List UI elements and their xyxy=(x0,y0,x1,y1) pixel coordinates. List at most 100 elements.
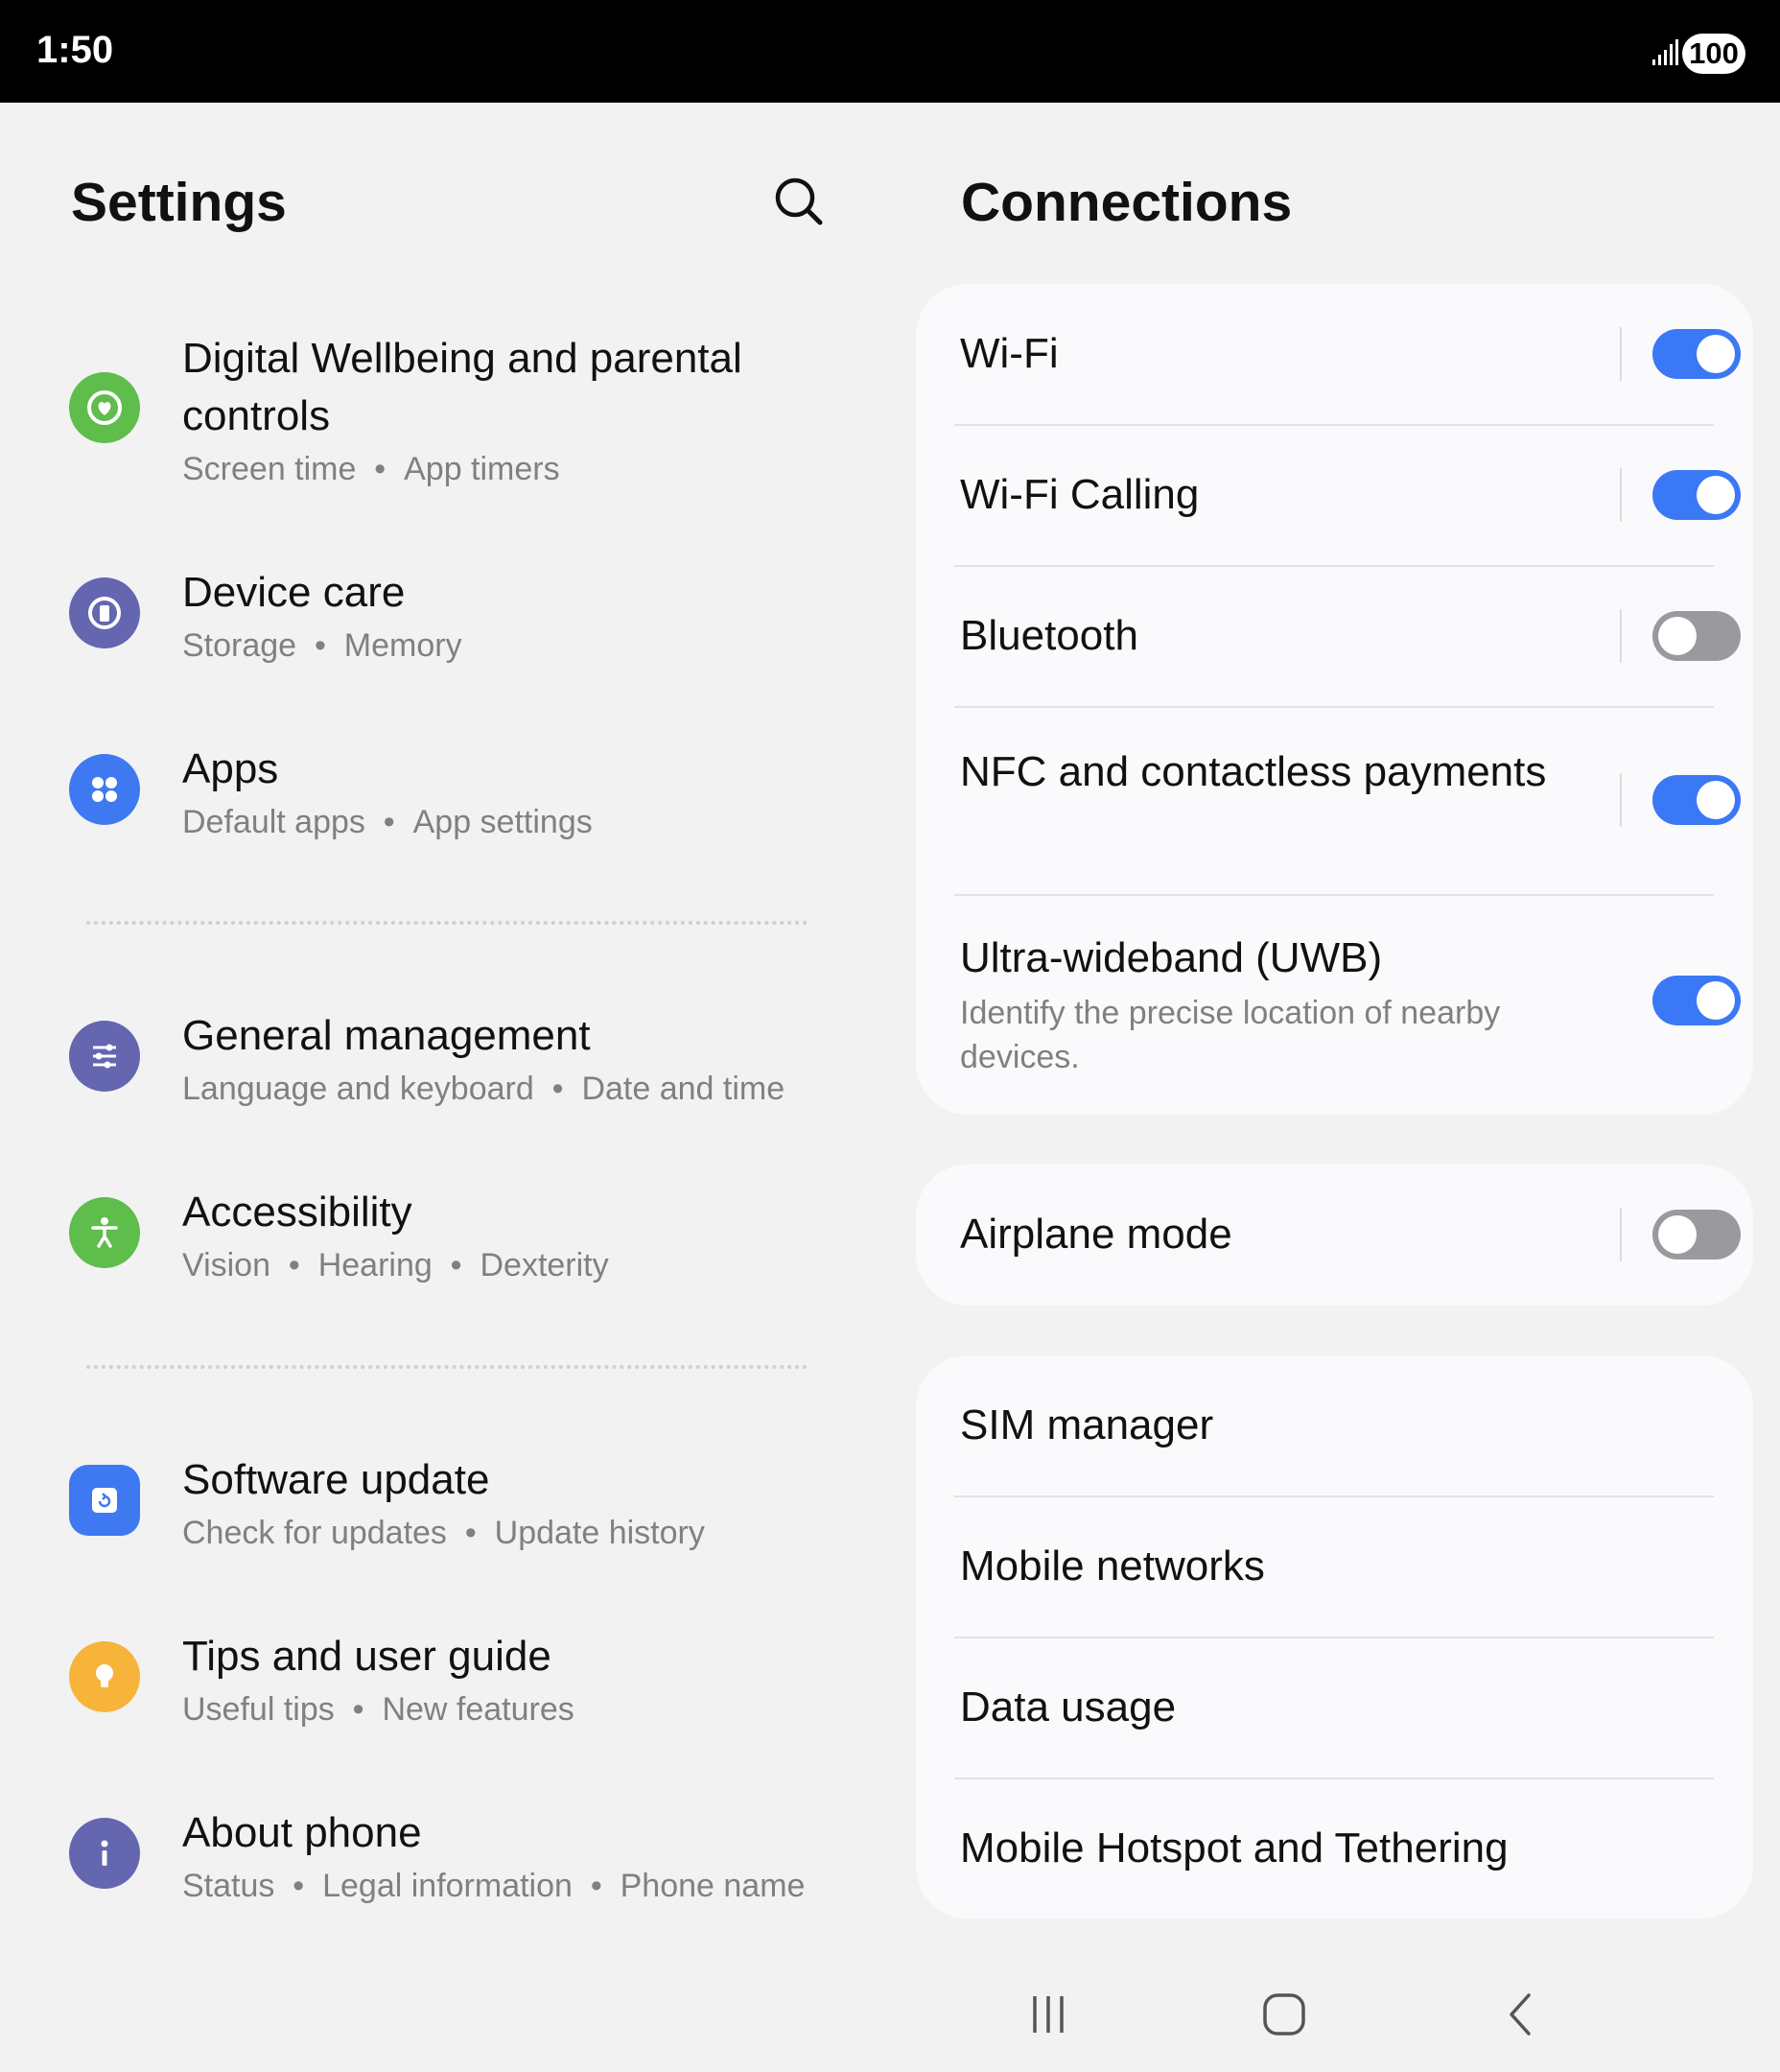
airplane-mode-toggle[interactable] xyxy=(1652,1210,1741,1260)
row-label: Wi-Fi Calling xyxy=(960,471,1200,518)
menu-item-subtitle: App timers xyxy=(404,451,560,487)
menu-item-title: Device care xyxy=(182,569,406,616)
menu-item-subtitle: Date and time xyxy=(581,1071,785,1107)
row-description: Identify the precise location of nearby … xyxy=(960,995,1501,1075)
menu-item-digital-wellbeing[interactable]: Digital Wellbeing and parental controls … xyxy=(69,330,836,493)
connections-title: Connections xyxy=(961,172,1293,233)
menu-item-title: Accessibility xyxy=(182,1189,412,1236)
row-divider xyxy=(1620,609,1622,663)
battery-icon: 100 xyxy=(1682,34,1745,74)
menu-item-subtitle: Language and keyboard xyxy=(182,1071,534,1107)
signal-icon xyxy=(1652,39,1678,65)
recents-icon xyxy=(1033,1996,1064,2033)
menu-item-subtitle: Memory xyxy=(343,627,462,664)
row-label: Mobile Hotspot and Tethering xyxy=(960,1825,1509,1872)
uwb-row[interactable]: Ultra-wideband (UWB) Identify the precis… xyxy=(960,895,1741,1115)
menu-item-subtitle: Check for updates xyxy=(182,1515,447,1551)
menu-item-subtitle: Default apps xyxy=(182,804,365,840)
menu-item-title: Digital Wellbeing and parental controls xyxy=(182,335,742,439)
row-label: Wi-Fi xyxy=(960,330,1059,377)
menu-item-about-phone[interactable]: About phone Status • Legal information •… xyxy=(69,1804,836,1910)
menu-item-device-care[interactable]: Device care Storage • Memory xyxy=(69,564,836,670)
back-icon xyxy=(1510,1993,1531,2036)
back-button[interactable] xyxy=(1482,1976,1558,2053)
airplane-mode-row[interactable]: Airplane mode xyxy=(960,1165,1741,1306)
menu-item-general-management[interactable]: General management Language and keyboard… xyxy=(69,1007,836,1113)
divider xyxy=(86,921,808,925)
menu-item-subtitle: Screen time xyxy=(182,451,357,487)
connections-card-airplane: Airplane mode xyxy=(916,1165,1753,1306)
row-divider xyxy=(1620,468,1622,522)
menu-item-subtitle: Vision xyxy=(182,1247,270,1283)
toggle-knob xyxy=(1697,781,1735,819)
menu-item-subtitle: New features xyxy=(382,1691,574,1728)
apps-icon xyxy=(69,754,140,825)
menu-item-subtitle: Storage xyxy=(182,627,297,664)
mobile-networks-row[interactable]: Mobile networks xyxy=(960,1496,1718,1637)
menu-item-software-update[interactable]: Software update Check for updates • Upda… xyxy=(69,1451,836,1557)
menu-item-subtitle: Useful tips xyxy=(182,1691,335,1728)
menu-item-title: Tips and user guide xyxy=(182,1633,551,1680)
search-button[interactable] xyxy=(770,173,828,230)
row-label: SIM manager xyxy=(960,1401,1214,1448)
data-usage-row[interactable]: Data usage xyxy=(960,1637,1718,1778)
row-divider xyxy=(1620,327,1622,381)
nfc-toggle[interactable] xyxy=(1652,775,1741,825)
divider xyxy=(86,1365,808,1369)
home-button[interactable] xyxy=(1246,1976,1323,2053)
status-bar: 1:50 100 xyxy=(0,0,1780,103)
connections-card-network: SIM manager Mobile networks Data usage M… xyxy=(916,1355,1753,1919)
accessibility-icon xyxy=(69,1197,140,1268)
row-label: Airplane mode xyxy=(960,1211,1232,1258)
search-icon xyxy=(775,177,823,225)
toggle-knob xyxy=(1697,476,1735,514)
wifi-calling-toggle[interactable] xyxy=(1652,470,1741,520)
menu-item-title: Apps xyxy=(182,745,279,792)
menu-item-title: Software update xyxy=(182,1456,490,1503)
row-label: Mobile networks xyxy=(960,1542,1265,1589)
menu-item-subtitle: App settings xyxy=(412,804,593,840)
menu-item-subtitle: Status xyxy=(182,1868,275,1904)
toggle-knob xyxy=(1697,335,1735,373)
recents-button[interactable] xyxy=(1010,1976,1087,2053)
uwb-toggle[interactable] xyxy=(1652,976,1741,1025)
digital-wellbeing-icon xyxy=(69,372,140,443)
menu-item-apps[interactable]: Apps Default apps • App settings xyxy=(69,741,836,846)
general-management-icon xyxy=(69,1021,140,1092)
menu-item-accessibility[interactable]: Accessibility Vision • Hearing • Dexteri… xyxy=(69,1184,836,1289)
home-icon xyxy=(1263,1993,1305,2036)
lightbulb-icon xyxy=(69,1641,140,1712)
bluetooth-toggle[interactable] xyxy=(1652,611,1741,661)
menu-item-title: About phone xyxy=(182,1809,422,1856)
wifi-row[interactable]: Wi-Fi xyxy=(960,284,1741,425)
hotspot-tethering-row[interactable]: Mobile Hotspot and Tethering xyxy=(960,1778,1718,1919)
row-label: Ultra-wideband (UWB) xyxy=(960,934,1383,981)
menu-item-subtitle: Dexterity xyxy=(480,1247,609,1283)
menu-item-subtitle: Legal information xyxy=(322,1868,573,1904)
settings-title: Settings xyxy=(71,172,287,233)
menu-item-subtitle: Hearing xyxy=(317,1247,433,1283)
toggle-knob xyxy=(1658,1215,1697,1254)
info-icon xyxy=(69,1818,140,1889)
wifi-toggle[interactable] xyxy=(1652,329,1741,379)
menu-item-subtitle: Phone name xyxy=(620,1868,806,1904)
sim-manager-row[interactable]: SIM manager xyxy=(960,1355,1718,1496)
toggle-knob xyxy=(1697,981,1735,1020)
row-label: Data usage xyxy=(960,1684,1177,1731)
toggle-knob xyxy=(1658,617,1697,655)
row-divider xyxy=(1620,1208,1622,1261)
device-care-icon xyxy=(69,577,140,648)
row-divider xyxy=(1620,773,1622,827)
row-label: Bluetooth xyxy=(960,612,1138,659)
wifi-calling-row[interactable]: Wi-Fi Calling xyxy=(960,425,1741,566)
menu-item-tips[interactable]: Tips and user guide Useful tips • New fe… xyxy=(69,1628,836,1733)
navigation-bar xyxy=(0,1976,1780,2053)
nfc-row[interactable]: NFC and contactless payments xyxy=(960,707,1741,895)
connections-card-primary: Wi-Fi Wi-Fi Calling Bluetooth NFC and co… xyxy=(916,284,1753,1115)
row-label: NFC and contactless payments xyxy=(960,748,1547,795)
menu-item-subtitle: Update history xyxy=(494,1515,705,1551)
software-update-icon xyxy=(69,1465,140,1536)
status-time: 1:50 xyxy=(36,29,114,71)
bluetooth-row[interactable]: Bluetooth xyxy=(960,566,1741,707)
menu-item-title: General management xyxy=(182,1012,591,1059)
